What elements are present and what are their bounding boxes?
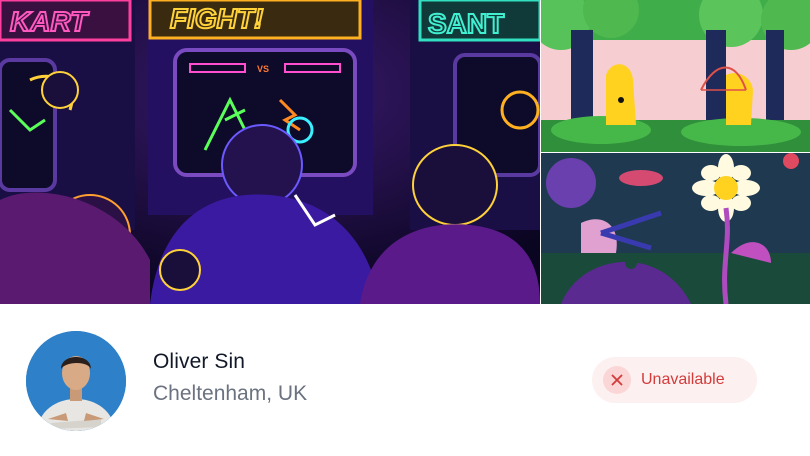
profile-location: Cheltenham, UK xyxy=(153,382,308,405)
availability-status-badge: Unavailable xyxy=(592,357,757,403)
close-icon xyxy=(603,366,631,394)
avatar[interactable] xyxy=(26,331,126,431)
profile-card[interactable]: KART FIGHT! SANT VS Oliver Sin Cheltenha… xyxy=(0,0,810,456)
sign-sant: SANT xyxy=(428,8,504,39)
status-label: Unavailable xyxy=(641,371,725,388)
profile-name[interactable]: Oliver Sin xyxy=(153,350,245,374)
sign-fight: FIGHT! xyxy=(170,3,263,34)
sign-kart: KART xyxy=(10,6,90,37)
portfolio-gallery: KART FIGHT! SANT VS xyxy=(0,0,810,304)
screen-vs: VS xyxy=(257,64,269,74)
arcade-illustration[interactable]: KART FIGHT! SANT VS xyxy=(0,0,540,304)
forest-illustration[interactable] xyxy=(541,0,810,152)
flower-illustration[interactable] xyxy=(541,153,810,304)
